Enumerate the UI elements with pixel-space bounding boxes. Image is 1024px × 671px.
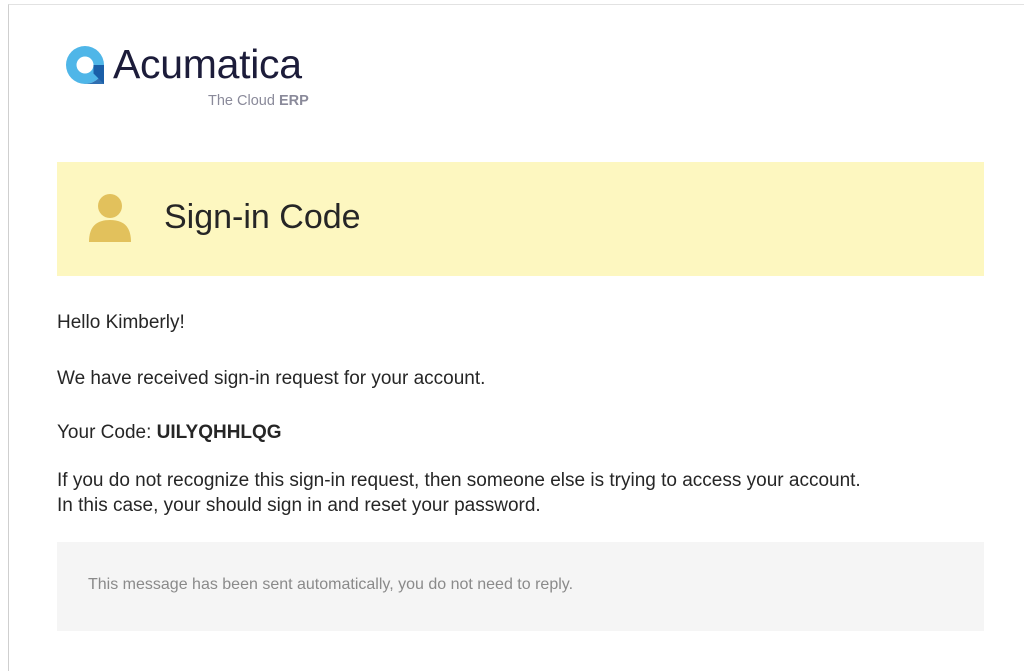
code-label: Your Code: (57, 422, 152, 443)
warning-line-1: If you do not recognize this sign-in req… (57, 470, 861, 491)
acumatica-logo-mark-icon (66, 46, 104, 84)
code-line: Your Code: UILYQHHLQG (57, 420, 282, 445)
acumatica-logo: Acumatica The Cloud ERP (65, 41, 345, 113)
footer-text: This message has been sent automatically… (88, 576, 574, 593)
greeting-text: Hello Kimberly! (57, 312, 185, 333)
user-icon (89, 194, 131, 242)
warning-text: If you do not recognize this sign-in req… (57, 468, 861, 518)
sign-in-code-banner: Sign-in Code (57, 162, 984, 276)
auto-message-footer: This message has been sent automatically… (57, 542, 984, 631)
logo-wordmark: Acumatica (113, 41, 302, 87)
warning-line-2: In this case, your should sign in and re… (57, 495, 541, 516)
email-body: Acumatica The Cloud ERP Sign-in Code Hel… (8, 4, 1024, 671)
banner-title: Sign-in Code (164, 198, 361, 236)
request-received-text: We have received sign-in request for you… (57, 368, 486, 389)
logo-tagline: The Cloud ERP (208, 93, 309, 109)
sign-in-code: UILYQHHLQG (156, 422, 282, 443)
